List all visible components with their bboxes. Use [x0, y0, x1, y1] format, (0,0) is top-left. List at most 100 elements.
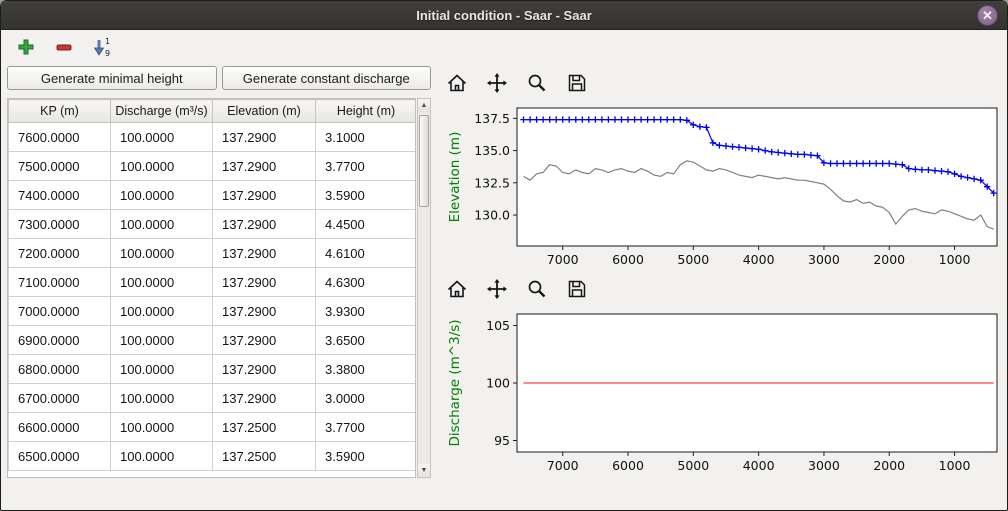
table-cell-kp[interactable]: 7000.0000 — [9, 297, 111, 326]
table-cell-height[interactable]: 3.1000 — [316, 123, 417, 152]
titlebar[interactable]: Initial condition - Saar - Saar ✕ — [1, 1, 1007, 30]
table-cell-height[interactable]: 3.3800 — [316, 355, 417, 384]
table-row[interactable]: 6600.0000 100.0000 137.2500 3.7700 — [9, 413, 417, 442]
pan-button[interactable] — [483, 69, 511, 97]
table-row[interactable]: 7200.0000 100.0000 137.2900 4.6100 — [9, 239, 417, 268]
column-header-discharge[interactable]: Discharge (m³/s) — [111, 100, 213, 123]
sort-digit-top: 1 — [105, 37, 110, 46]
table-cell-discharge[interactable]: 100.0000 — [111, 297, 213, 326]
save-button[interactable] — [563, 275, 591, 303]
table-cell-elevation[interactable]: 137.2900 — [213, 355, 316, 384]
save-button[interactable] — [563, 69, 591, 97]
table-row[interactable]: 7300.0000 100.0000 137.2900 4.4500 — [9, 210, 417, 239]
table-cell-kp[interactable]: 7400.0000 — [9, 181, 111, 210]
x-tick-label: 7000 — [547, 458, 579, 473]
window: Initial condition - Saar - Saar ✕ 1 9 — [0, 0, 1008, 511]
table-cell-kp[interactable]: 7100.0000 — [9, 268, 111, 297]
home-button[interactable] — [443, 69, 471, 97]
table-row[interactable]: 7600.0000 100.0000 137.2900 3.1000 — [9, 123, 417, 152]
x-tick-label: 5000 — [677, 458, 709, 473]
table-cell-height[interactable]: 3.7700 — [316, 413, 417, 442]
table-cell-height[interactable]: 4.4500 — [316, 210, 417, 239]
content: Generate minimal height Generate constan… — [1, 64, 1007, 510]
add-row-button[interactable] — [13, 34, 39, 60]
scrollbar-thumb[interactable] — [419, 115, 429, 207]
column-header-height[interactable]: Height (m) — [316, 100, 417, 123]
table-cell-elevation[interactable]: 137.2900 — [213, 384, 316, 413]
table-cell-discharge[interactable]: 100.0000 — [111, 442, 213, 471]
y-tick-label: 100 — [486, 376, 510, 391]
table-cell-elevation[interactable]: 137.2900 — [213, 123, 316, 152]
table-cell-kp[interactable]: 7600.0000 — [9, 123, 111, 152]
table-cell-discharge[interactable]: 100.0000 — [111, 355, 213, 384]
table-cell-height[interactable]: 3.5900 — [316, 181, 417, 210]
table-cell-elevation[interactable]: 137.2900 — [213, 210, 316, 239]
table-cell-elevation[interactable]: 137.2900 — [213, 152, 316, 181]
discharge-chart[interactable]: 700060005000400030002000100095100105Disc… — [439, 306, 1005, 478]
table-cell-height[interactable]: 4.6300 — [316, 268, 417, 297]
scroll-up-arrow[interactable]: ▲ — [418, 99, 430, 112]
table-cell-discharge[interactable]: 100.0000 — [111, 123, 213, 152]
table-cell-discharge[interactable]: 100.0000 — [111, 181, 213, 210]
table-cell-elevation[interactable]: 137.2900 — [213, 297, 316, 326]
generate-minimal-height-button[interactable]: Generate minimal height — [7, 66, 217, 90]
left-panel: Generate minimal height Generate constan… — [7, 66, 431, 504]
table-cell-elevation[interactable]: 137.2500 — [213, 413, 316, 442]
generate-buttons-row: Generate minimal height Generate constan… — [7, 66, 431, 90]
table-cell-kp[interactable]: 6700.0000 — [9, 384, 111, 413]
table-cell-kp[interactable]: 6800.0000 — [9, 355, 111, 384]
zoom-button[interactable] — [523, 69, 551, 97]
elevation-chart[interactable]: 7000600050004000300020001000130.0132.513… — [439, 100, 1005, 272]
table-cell-elevation[interactable]: 137.2900 — [213, 239, 316, 268]
table-cell-discharge[interactable]: 100.0000 — [111, 326, 213, 355]
table-row[interactable]: 7400.0000 100.0000 137.2900 3.5900 — [9, 181, 417, 210]
table-cell-discharge[interactable]: 100.0000 — [111, 239, 213, 268]
column-header-kp[interactable]: KP (m) — [9, 100, 111, 123]
table-cell-discharge[interactable]: 100.0000 — [111, 268, 213, 297]
table-cell-elevation[interactable]: 137.2900 — [213, 268, 316, 297]
table-row[interactable]: 7000.0000 100.0000 137.2900 3.9300 — [9, 297, 417, 326]
x-tick-label: 6000 — [612, 458, 644, 473]
table-area: KP (m) Discharge (m³/s) Elevation (m) He… — [7, 98, 431, 504]
table-cell-kp[interactable]: 7200.0000 — [9, 239, 111, 268]
table-cell-kp[interactable]: 7500.0000 — [9, 152, 111, 181]
y-axis-label: Elevation (m) — [447, 132, 463, 223]
table-cell-discharge[interactable]: 100.0000 — [111, 384, 213, 413]
table-row[interactable]: 7100.0000 100.0000 137.2900 4.6300 — [9, 268, 417, 297]
table-cell-elevation[interactable]: 137.2500 — [213, 442, 316, 471]
table-cell-kp[interactable]: 6900.0000 — [9, 326, 111, 355]
table-cell-height[interactable]: 3.6500 — [316, 326, 417, 355]
table-cell-height[interactable]: 3.7700 — [316, 152, 417, 181]
table-row[interactable]: 6500.0000 100.0000 137.2500 3.5900 — [9, 442, 417, 471]
table-row[interactable]: 6800.0000 100.0000 137.2900 3.3800 — [9, 355, 417, 384]
table-cell-discharge[interactable]: 100.0000 — [111, 210, 213, 239]
zoom-button[interactable] — [523, 275, 551, 303]
table-cell-kp[interactable]: 6500.0000 — [9, 442, 111, 471]
table-scrollbar[interactable]: ▲ ▼ — [417, 98, 431, 478]
x-tick-label: 5000 — [677, 252, 709, 267]
table-cell-elevation[interactable]: 137.2900 — [213, 326, 316, 355]
close-button[interactable]: ✕ — [977, 5, 998, 26]
table-cell-discharge[interactable]: 100.0000 — [111, 152, 213, 181]
home-icon — [446, 278, 468, 300]
table-cell-height[interactable]: 3.0000 — [316, 384, 417, 413]
table-row[interactable]: 6900.0000 100.0000 137.2900 3.6500 — [9, 326, 417, 355]
table-row[interactable]: 6700.0000 100.0000 137.2900 3.0000 — [9, 384, 417, 413]
scroll-down-arrow[interactable]: ▼ — [418, 464, 430, 477]
sort-button[interactable]: 1 9 — [89, 34, 115, 60]
table-row[interactable]: 7500.0000 100.0000 137.2900 3.7700 — [9, 152, 417, 181]
table-cell-kp[interactable]: 7300.0000 — [9, 210, 111, 239]
table-cell-elevation[interactable]: 137.2900 — [213, 181, 316, 210]
table-cell-discharge[interactable]: 100.0000 — [111, 413, 213, 442]
x-tick-label: 4000 — [743, 252, 775, 267]
home-button[interactable] — [443, 275, 471, 303]
table-cell-height[interactable]: 4.6100 — [316, 239, 417, 268]
generate-constant-discharge-button[interactable]: Generate constant discharge — [222, 66, 432, 90]
column-header-elevation[interactable]: Elevation (m) — [213, 100, 316, 123]
remove-row-button[interactable] — [51, 34, 77, 60]
pan-button[interactable] — [483, 275, 511, 303]
table-cell-height[interactable]: 3.5900 — [316, 442, 417, 471]
table-cell-kp[interactable]: 6600.0000 — [9, 413, 111, 442]
home-icon — [446, 72, 468, 94]
table-cell-height[interactable]: 3.9300 — [316, 297, 417, 326]
